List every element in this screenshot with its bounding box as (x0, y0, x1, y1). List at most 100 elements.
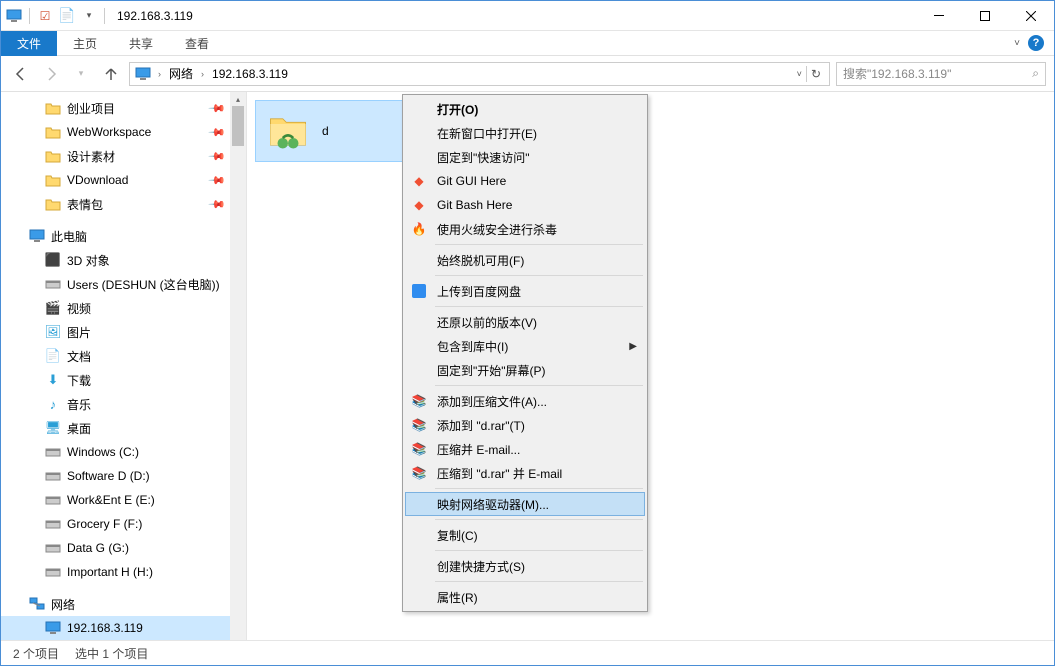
sidebar-pc-item[interactable]: Grocery F (F:) (1, 512, 246, 536)
sidebar-network-host[interactable]: 192.168.3.119 (1, 616, 246, 640)
maximize-button[interactable] (962, 1, 1008, 31)
statusbar: 2 个项目 选中 1 个项目 (1, 640, 1054, 666)
sidebar-pc-item[interactable]: ⬇下载 (1, 368, 246, 392)
search-input[interactable] (843, 67, 1032, 81)
sidebar-quick-item[interactable]: 表情包 📌 (1, 192, 246, 216)
cm-open-new-window[interactable]: 在新窗口中打开(E) (405, 121, 645, 145)
sidebar-label: Important H (H:) (67, 565, 153, 579)
cm-map-drive[interactable]: 映射网络驱动器(M)... (405, 492, 645, 516)
pin-icon: 📌 (208, 195, 227, 214)
baidu-icon (411, 283, 427, 299)
share-folder-icon (264, 107, 312, 155)
scroll-thumb[interactable] (232, 106, 244, 146)
music-icon: ♪ (45, 396, 61, 412)
drive-icon (45, 276, 61, 292)
drive-icon (45, 516, 61, 532)
sidebar-pc-item[interactable]: Software D (D:) (1, 464, 246, 488)
sidebar-label: Windows (C:) (67, 445, 139, 459)
drive-icon (45, 444, 61, 460)
sidebar-pc-item[interactable]: 🖥桌面 (1, 416, 246, 440)
search-bar[interactable]: ⌕ (836, 62, 1046, 86)
huorong-icon: 🔥 (411, 221, 427, 237)
cm-baidu-upload[interactable]: 上传到百度网盘 (405, 279, 645, 303)
cm-create-shortcut[interactable]: 创建快捷方式(S) (405, 554, 645, 578)
sidebar-label: 文档 (67, 348, 91, 365)
sidebar-label: 桌面 (67, 420, 91, 437)
close-button[interactable] (1008, 1, 1054, 31)
search-icon[interactable]: ⌕ (1032, 66, 1039, 81)
sidebar-label: 设计素材 (67, 148, 115, 165)
folder-icon (45, 148, 61, 164)
sidebar-pc-item[interactable]: ♪ 音乐 (1, 392, 246, 416)
sidebar-pc-item[interactable]: Users (DESHUN (这台电脑)) (1, 272, 246, 296)
pc-icon[interactable] (5, 7, 23, 25)
submenu-arrow-icon: ▶ (629, 341, 645, 352)
sidebar-pc-item[interactable]: Important H (H:) (1, 560, 246, 584)
sidebar-pc-item[interactable]: 🖼图片 (1, 320, 246, 344)
nav-back[interactable] (9, 62, 33, 86)
dropdown-icon[interactable]: ▾ (80, 7, 98, 25)
nav-forward[interactable] (39, 62, 63, 86)
sidebar-quick-item[interactable]: 设计素材📌 (1, 144, 246, 168)
status-selected: 选中 1 个项目 (75, 645, 148, 662)
addr-network[interactable]: 网络 (165, 65, 197, 82)
window-title: 192.168.3.119 (111, 9, 193, 23)
addr-host[interactable]: 192.168.3.119 (208, 67, 292, 81)
minimize-button[interactable] (916, 1, 962, 31)
cm-open[interactable]: 打开(O) (405, 97, 645, 121)
cm-rar-email[interactable]: 📚压缩并 E-mail... (405, 437, 645, 461)
addr-dropdown-icon[interactable]: ˅ (797, 69, 802, 79)
nav-up[interactable] (99, 62, 123, 86)
cm-rar-email-d[interactable]: 📚压缩到 "d.rar" 并 E-mail (405, 461, 645, 485)
refresh-icon[interactable]: ↻ (811, 67, 821, 81)
ribbon-expand-icon[interactable]: ˅ (1014, 38, 1020, 49)
content-area: d (247, 92, 1054, 640)
winrar-icon: 📚 (411, 441, 427, 457)
sidebar-pc-item[interactable]: Windows (C:) (1, 440, 246, 464)
chevron-icon[interactable]: › (197, 69, 208, 79)
sidebar-network[interactable]: 网络 (1, 592, 246, 616)
check-icon[interactable]: ☑ (36, 7, 54, 25)
sidebar-pc-item[interactable]: 🎬视频 (1, 296, 246, 320)
sidebar: 创业项目📌WebWorkspace📌设计素材📌VDownload📌表情包📌 此电… (1, 92, 247, 640)
drive-icon (45, 540, 61, 556)
sidebar-pc-item[interactable]: ⬛3D 对象 (1, 248, 246, 272)
cm-git-gui[interactable]: ◆Git GUI Here (405, 169, 645, 193)
ribbon-file-tab[interactable]: 文件 (1, 31, 57, 56)
cm-pin-start[interactable]: 固定到"开始"屏幕(P) (405, 358, 645, 382)
sidebar-label: 音乐 (67, 396, 91, 413)
sidebar-quick-item[interactable]: WebWorkspace📌 (1, 120, 246, 144)
status-items: 2 个项目 (13, 645, 59, 662)
file-icon[interactable]: 📄 (58, 7, 76, 25)
cm-huorong[interactable]: 🔥使用火绒安全进行杀毒 (405, 217, 645, 241)
cm-include-library[interactable]: 包含到库中(I)▶ (405, 334, 645, 358)
help-icon[interactable]: ? (1028, 35, 1044, 51)
folder-icon (45, 124, 61, 140)
cm-always-offline[interactable]: 始终脱机可用(F) (405, 248, 645, 272)
sidebar-thispc[interactable]: 此电脑 (1, 224, 246, 248)
cm-pin-quick[interactable]: 固定到"快速访问" (405, 145, 645, 169)
cm-rar-add[interactable]: 📚添加到压缩文件(A)... (405, 389, 645, 413)
sidebar-label: Grocery F (F:) (67, 517, 142, 531)
sidebar-pc-item[interactable]: Work&Ent E (E:) (1, 488, 246, 512)
ribbon-home-tab[interactable]: 主页 (57, 31, 113, 56)
cm-git-bash[interactable]: ◆Git Bash Here (405, 193, 645, 217)
nav-recent[interactable]: ▾ (69, 62, 93, 86)
ribbon-view-tab[interactable]: 查看 (169, 31, 225, 56)
address-bar[interactable]: › 网络 › 192.168.3.119 ˅ ↻ (129, 62, 830, 86)
doc-icon: 📄 (45, 348, 61, 364)
cm-restore-previous[interactable]: 还原以前的版本(V) (405, 310, 645, 334)
sidebar-quick-item[interactable]: 创业项目📌 (1, 96, 246, 120)
cm-rar-add-d[interactable]: 📚添加到 "d.rar"(T) (405, 413, 645, 437)
sidebar-scrollbar[interactable]: ▴ (230, 92, 246, 640)
sidebar-label: 表情包 (67, 196, 103, 213)
ribbon-share-tab[interactable]: 共享 (113, 31, 169, 56)
cm-properties[interactable]: 属性(R) (405, 585, 645, 609)
sidebar-pc-item[interactable]: 📄 文档 (1, 344, 246, 368)
chevron-icon[interactable]: › (154, 69, 165, 79)
cm-copy[interactable]: 复制(C) (405, 523, 645, 547)
folder-icon (45, 100, 61, 116)
sidebar-quick-item[interactable]: VDownload📌 (1, 168, 246, 192)
sidebar-pc-item[interactable]: Data G (G:) (1, 536, 246, 560)
pin-icon: 📌 (208, 171, 227, 190)
